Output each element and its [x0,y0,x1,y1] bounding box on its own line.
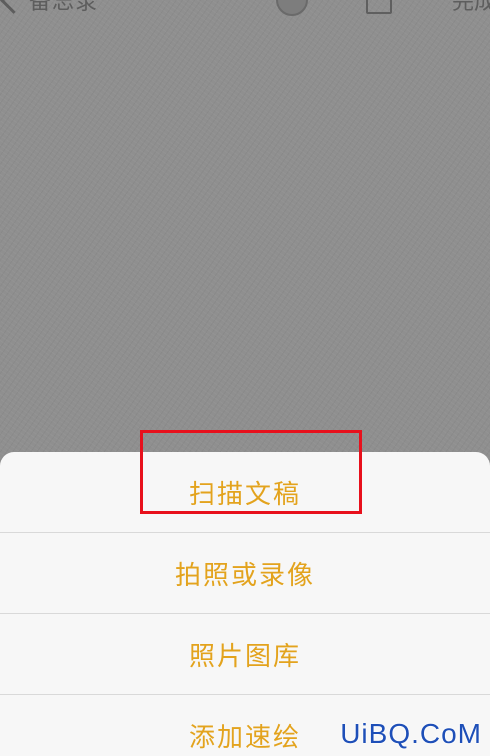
navbar: 备忘录 完成 [0,0,490,18]
done-button[interactable]: 完成 [452,0,490,18]
chevron-left-icon [0,0,27,14]
action-sheet: 扫描文稿 拍照或录像 照片图库 添加速绘 [0,452,490,756]
watermark: UiBQ.CoM [340,718,482,749]
scan-documents-option[interactable]: 扫描文稿 [0,452,490,532]
take-photo-video-option[interactable]: 拍照或录像 [0,533,490,613]
photo-library-option[interactable]: 照片图库 [0,614,490,694]
collaborate-icon[interactable] [276,0,308,16]
screen: 备忘录 完成 扫描文稿 拍照或录像 照片图库 添加速绘 UiBQ.CoM [0,0,490,756]
back-label: 备忘录 [29,0,99,15]
share-icon[interactable] [366,0,392,14]
back-button[interactable]: 备忘录 [0,0,98,18]
